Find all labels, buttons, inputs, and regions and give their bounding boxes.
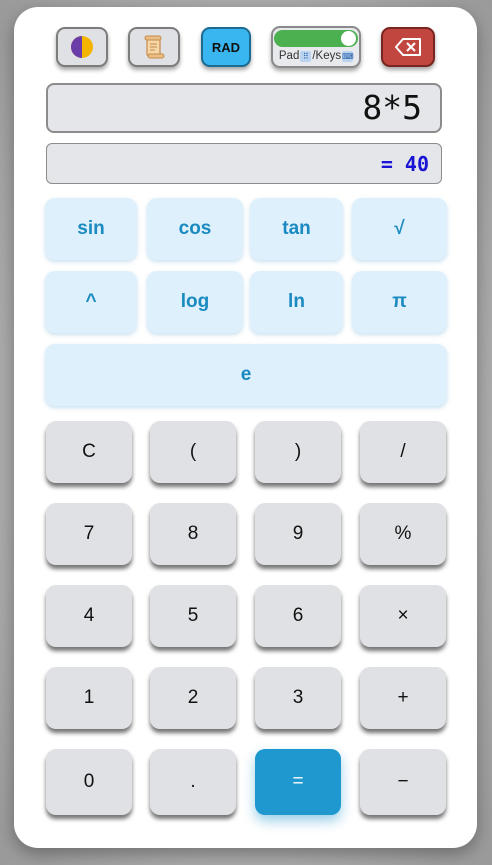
divide-button[interactable]: / [360,421,446,483]
open-paren-button[interactable]: ( [150,421,236,483]
calculator-card: RAD Pad ⠿ /Keys ⌨ 8*5 = 40 sin cos tan √… [14,7,477,848]
theme-toggle-button[interactable] [56,27,108,67]
half-circle-theme-icon [71,36,93,58]
backspace-button[interactable] [381,27,435,67]
result-display: = 40 [46,143,442,184]
pad-keys-toggle[interactable]: Pad ⠿ /Keys ⌨ [271,26,361,68]
digit-2-button[interactable]: 2 [150,667,236,729]
power-button[interactable]: ^ [45,271,137,333]
log-button[interactable]: log [147,271,243,333]
digit-6-button[interactable]: 6 [255,585,341,647]
digit-7-button[interactable]: 7 [46,503,132,565]
toggle-track [274,30,358,47]
minus-button[interactable]: − [360,749,446,815]
cos-button[interactable]: cos [147,198,243,260]
tan-button[interactable]: tan [250,198,343,260]
keyboard-icon: ⌨ [342,50,354,62]
backspace-icon [395,38,421,56]
digit-9-button[interactable]: 9 [255,503,341,565]
clear-button[interactable]: C [46,421,132,483]
toggle-label-pad: Pad [278,50,300,62]
digit-0-button[interactable]: 0 [46,749,132,815]
digit-4-button[interactable]: 4 [46,585,132,647]
digit-8-button[interactable]: 8 [150,503,236,565]
multiply-button[interactable]: × [360,585,446,647]
percent-button[interactable]: % [360,503,446,565]
toggle-label-keys: /Keys [312,50,342,62]
keypad-icon: ⠿ [300,50,312,62]
expression-display[interactable]: 8*5 [46,83,442,133]
scroll-icon [144,35,165,59]
angle-mode-button[interactable]: RAD [201,27,251,67]
plus-button[interactable]: + [360,667,446,729]
decimal-button[interactable]: . [150,749,236,815]
toggle-knob [341,31,356,46]
history-button[interactable] [128,27,180,67]
toggle-label: Pad ⠿ /Keys ⌨ [278,50,354,62]
sqrt-button[interactable]: √ [352,198,447,260]
sin-button[interactable]: sin [45,198,137,260]
digit-3-button[interactable]: 3 [255,667,341,729]
euler-e-button[interactable]: e [45,344,447,406]
pi-button[interactable]: π [352,271,447,333]
digit-1-button[interactable]: 1 [46,667,132,729]
ln-button[interactable]: ln [250,271,343,333]
digit-5-button[interactable]: 5 [150,585,236,647]
close-paren-button[interactable]: ) [255,421,341,483]
equals-button[interactable]: = [255,749,341,815]
